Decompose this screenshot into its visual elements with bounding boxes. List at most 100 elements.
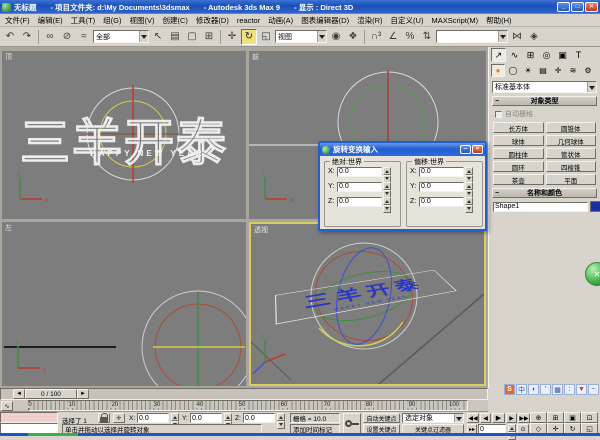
zoom-icon[interactable]: ⊕: [530, 412, 547, 423]
subtab-geometry-icon[interactable]: ●: [491, 64, 505, 77]
cone-button[interactable]: 圆锥体: [546, 122, 597, 133]
selection-filter-dropdown[interactable]: 全部: [93, 30, 149, 43]
track-bar-ruler[interactable]: [28, 400, 468, 411]
ime-softkeyboard-icon[interactable]: ▦: [552, 384, 563, 395]
x-coord-spinner[interactable]: [171, 413, 179, 423]
abs-z-input[interactable]: [337, 197, 382, 207]
rollout-object-type[interactable]: −对象类型: [492, 96, 597, 106]
object-color-swatch[interactable]: [590, 201, 600, 212]
off-z-spinner[interactable]: [465, 197, 473, 207]
abs-y-spinner[interactable]: [383, 182, 391, 192]
menu-group[interactable]: 组(G): [103, 15, 121, 26]
maxscript-mini-listener-pink[interactable]: [0, 412, 58, 423]
zoom-extents-all-icon[interactable]: ⊡: [581, 412, 598, 423]
viewport-text-object[interactable]: 三羊开泰: [20, 103, 228, 175]
tube-button[interactable]: 管状体: [546, 148, 597, 159]
align-icon[interactable]: ◈: [526, 29, 542, 45]
ime-punctuation-icon[interactable]: ': [540, 384, 551, 395]
subtab-helpers-icon[interactable]: ✛: [551, 64, 565, 77]
x-coord-input[interactable]: [137, 413, 169, 423]
menu-maxscript[interactable]: MAXScript(M): [431, 16, 478, 25]
go-to-start-icon[interactable]: ◀◀: [467, 413, 479, 423]
viewport-perspective[interactable]: z 三羊开泰 HAPPY NEW YEAR 透视: [249, 222, 486, 386]
viewport-label-front[interactable]: 前: [252, 52, 259, 62]
menu-rendering[interactable]: 渲染(R): [357, 15, 382, 26]
track-bar[interactable]: ∿ 0 10 20 30 40 50 60 70 80 90 100: [0, 400, 488, 412]
tab-utilities-icon[interactable]: T: [571, 48, 586, 62]
menu-modifiers[interactable]: 修改器(D): [196, 15, 229, 26]
previous-frame-icon[interactable]: ◀: [480, 413, 491, 423]
viewport-label-perspective[interactable]: 透视: [254, 225, 268, 235]
cylinder-button[interactable]: 圆柱体: [493, 148, 544, 159]
off-y-input[interactable]: [419, 182, 464, 192]
off-x-input[interactable]: [419, 167, 464, 177]
close-button[interactable]: ✕: [585, 2, 598, 12]
reference-coordsys-dropdown[interactable]: 视图: [275, 30, 327, 43]
redo-icon[interactable]: ↷: [19, 29, 35, 45]
play-button-icon[interactable]: ▶: [492, 413, 505, 423]
rollout-name-color[interactable]: −名称和颜色: [492, 188, 597, 198]
tab-modify-icon[interactable]: ∿: [507, 48, 522, 62]
viewport-text-english[interactable]: HAPPY NEW YEAR: [90, 149, 205, 158]
sphere-button[interactable]: 球体: [493, 135, 544, 146]
ime-state-icon[interactable]: :: [564, 384, 575, 395]
ime-skin-icon[interactable]: ▼: [576, 384, 587, 395]
mirror-icon[interactable]: ⋈: [509, 29, 525, 45]
mini-curve-editor-icon[interactable]: ∿: [1, 401, 13, 411]
tab-motion-icon[interactable]: ◎: [539, 48, 554, 62]
subtab-cameras-icon[interactable]: ▤: [536, 64, 550, 77]
window-crossing-icon[interactable]: ⊞: [201, 29, 217, 45]
minimize-button[interactable]: _: [557, 2, 570, 12]
y-coord-spinner[interactable]: [224, 413, 232, 423]
dropdown-arrow-icon[interactable]: [498, 31, 507, 42]
viewport-label-top[interactable]: 顶: [5, 52, 12, 62]
menu-file[interactable]: 文件(F): [5, 15, 30, 26]
ime-fullwidth-icon[interactable]: ◗: [528, 384, 539, 395]
undo-icon[interactable]: ↶: [2, 29, 18, 45]
y-coord-input[interactable]: [190, 413, 222, 423]
autogrid-checkbox[interactable]: [495, 111, 502, 118]
rollout-collapse-icon[interactable]: −: [493, 98, 501, 105]
menu-animation[interactable]: 动画(A): [268, 15, 293, 26]
menu-help[interactable]: 帮助(H): [486, 15, 511, 26]
pyramid-button[interactable]: 四棱锥: [546, 161, 597, 172]
abs-z-spinner[interactable]: [383, 197, 391, 207]
time-slider-next-icon[interactable]: ►: [77, 389, 89, 399]
rectangular-selection-region-icon[interactable]: ▢: [184, 29, 200, 45]
zoom-extents-icon[interactable]: ▣: [564, 412, 581, 423]
viewport-top[interactable]: x y 三羊开泰 HAPPY NEW YEAR 顶: [2, 51, 246, 219]
select-by-name-icon[interactable]: ▤: [167, 29, 183, 45]
menu-edit[interactable]: 编辑(E): [38, 15, 63, 26]
select-and-rotate-icon[interactable]: ↻: [241, 29, 257, 45]
rollout-collapse-icon[interactable]: −: [493, 190, 501, 197]
menu-views[interactable]: 视图(V): [130, 15, 155, 26]
select-object-icon[interactable]: ↖: [150, 29, 166, 45]
select-and-move-icon[interactable]: ✛: [224, 29, 240, 45]
dialog-title-bar[interactable]: 旋转变换输入 – ✕: [320, 143, 485, 156]
ime-tools-icon[interactable]: ~: [588, 384, 599, 395]
dropdown-arrow-icon[interactable]: [587, 82, 596, 92]
spinner-snap-icon[interactable]: ⇅: [419, 29, 435, 45]
subtab-shapes-icon[interactable]: ◯: [506, 64, 520, 77]
set-keys-button[interactable]: [343, 413, 361, 434]
use-pivot-center-icon[interactable]: ◉: [328, 29, 344, 45]
next-frame-icon[interactable]: ▶: [506, 413, 517, 423]
viewport-left[interactable]: y z 左: [2, 222, 246, 386]
zoom-all-icon[interactable]: ⊞: [547, 412, 564, 423]
menu-graph-editors[interactable]: 图表编辑器(D): [301, 15, 349, 26]
time-slider-prev-icon[interactable]: ◄: [13, 389, 25, 399]
tab-create-icon[interactable]: ↗: [491, 48, 506, 62]
subtab-lights-icon[interactable]: ☀: [521, 64, 535, 77]
selection-lock-button[interactable]: [98, 413, 110, 423]
rotate-gizmo-left[interactable]: y z: [2, 222, 246, 386]
off-z-input[interactable]: [419, 197, 464, 207]
percent-snap-icon[interactable]: %: [402, 29, 418, 45]
dropdown-arrow-icon[interactable]: [317, 31, 326, 42]
time-slider[interactable]: ◄ 0 / 100 ►: [0, 388, 488, 400]
tab-display-icon[interactable]: ▣: [555, 48, 570, 62]
auto-key-button[interactable]: 自动关键点: [363, 413, 400, 423]
snap-toggle-3d-icon[interactable]: ∩³: [368, 29, 384, 45]
teapot-button[interactable]: 茶壶: [493, 174, 544, 185]
viewport-label-left[interactable]: 左: [5, 223, 12, 233]
dialog-minimize-icon[interactable]: –: [460, 145, 471, 154]
